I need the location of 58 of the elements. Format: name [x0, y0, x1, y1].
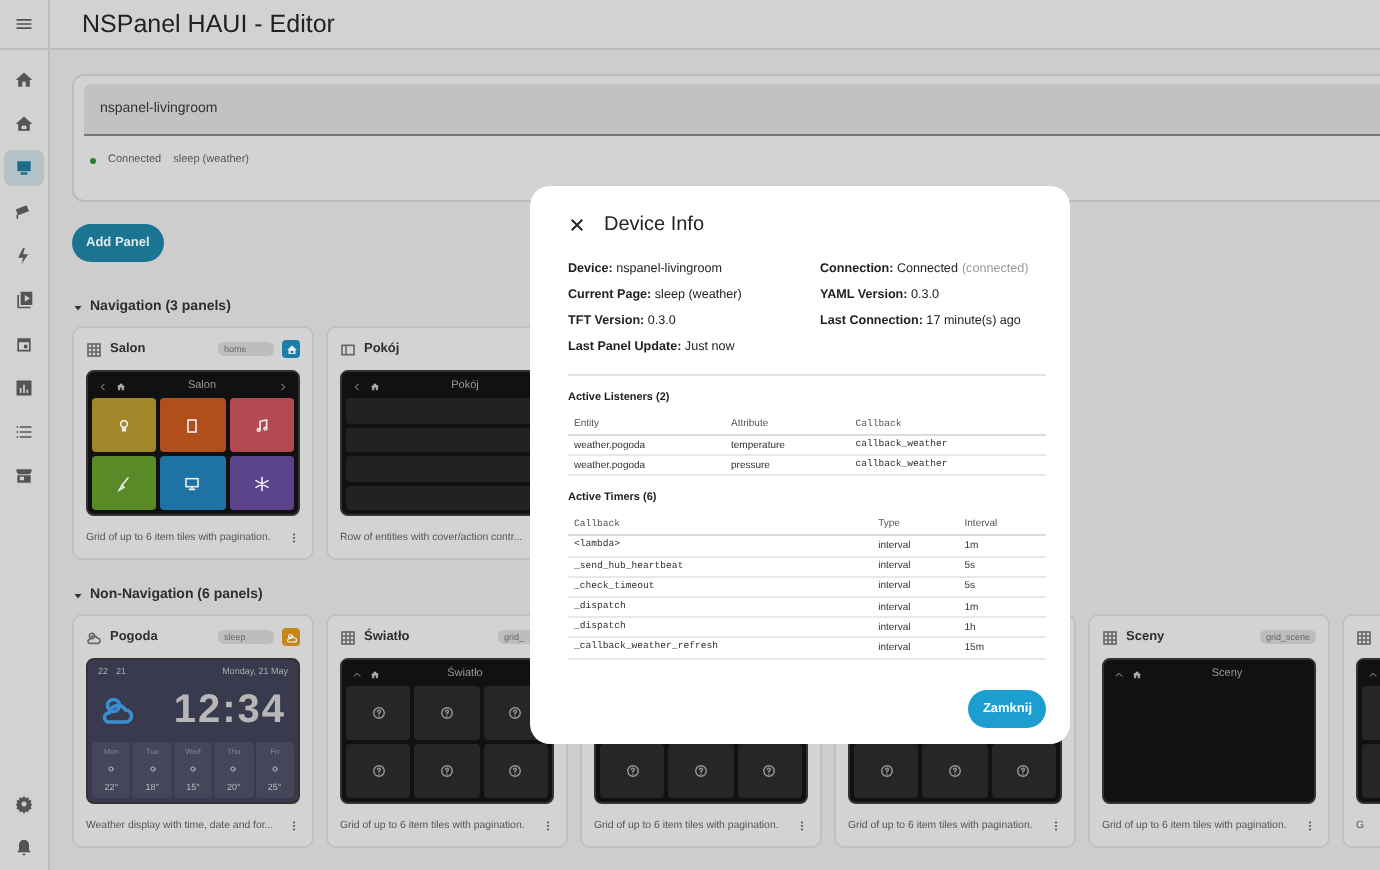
question-icon — [762, 764, 777, 778]
grid-icon — [86, 341, 102, 357]
question-icon — [693, 764, 708, 778]
app-title: NSPanel HAUI - Editor — [82, 10, 335, 38]
settings-icon — [14, 794, 34, 814]
sun-icon — [269, 764, 280, 774]
sun-icon — [188, 764, 199, 774]
weather-icon — [285, 631, 297, 643]
question-icon — [947, 764, 962, 778]
question-icon — [508, 706, 523, 720]
close-icon — [568, 216, 586, 234]
sidebar-item[interactable] — [4, 150, 44, 186]
question-icon — [439, 706, 454, 720]
bell-icon — [14, 838, 34, 858]
home-icon — [370, 381, 380, 391]
music-icon — [253, 417, 270, 433]
question-icon — [439, 764, 454, 778]
store-icon — [14, 466, 34, 486]
question-icon — [371, 706, 386, 720]
play-icon — [14, 290, 34, 310]
preview-clock: 12:34 — [173, 687, 286, 733]
home-icon — [370, 669, 380, 679]
grid-icon — [340, 629, 356, 645]
grid-icon — [1102, 629, 1118, 645]
house-icon — [285, 343, 297, 355]
question-icon — [879, 764, 894, 778]
list-icon — [14, 422, 34, 442]
sun-icon — [106, 764, 117, 774]
camera-icon — [14, 202, 34, 222]
question-icon — [508, 764, 523, 778]
question-icon — [1016, 764, 1031, 778]
home-icon — [14, 70, 34, 90]
sun-icon — [147, 764, 158, 774]
weather-icon — [86, 629, 102, 645]
broom-icon — [116, 475, 133, 491]
home-panel-button[interactable] — [282, 340, 300, 358]
monitor-icon — [184, 475, 201, 491]
home-icon — [116, 381, 126, 391]
grid-icon — [1356, 629, 1372, 645]
caret-icon — [72, 589, 84, 601]
bulb-icon — [116, 417, 133, 433]
tablet-icon — [14, 158, 34, 178]
sun-icon — [228, 764, 239, 774]
lightning-icon — [14, 246, 34, 266]
question-icon — [371, 764, 386, 778]
weather-icon — [100, 692, 136, 728]
snowflake-icon — [253, 475, 270, 491]
menu-button[interactable] — [14, 14, 34, 34]
chart-icon — [14, 378, 34, 398]
caret-icon — [72, 301, 84, 313]
house-icon — [14, 114, 34, 134]
calendar-icon — [14, 334, 34, 354]
home-icon — [1132, 669, 1142, 679]
question-icon — [625, 764, 640, 778]
dialog-title: Device Info — [604, 214, 705, 236]
sleep-panel-button[interactable] — [282, 628, 300, 646]
door-icon — [184, 417, 201, 433]
rows-icon — [340, 341, 356, 357]
